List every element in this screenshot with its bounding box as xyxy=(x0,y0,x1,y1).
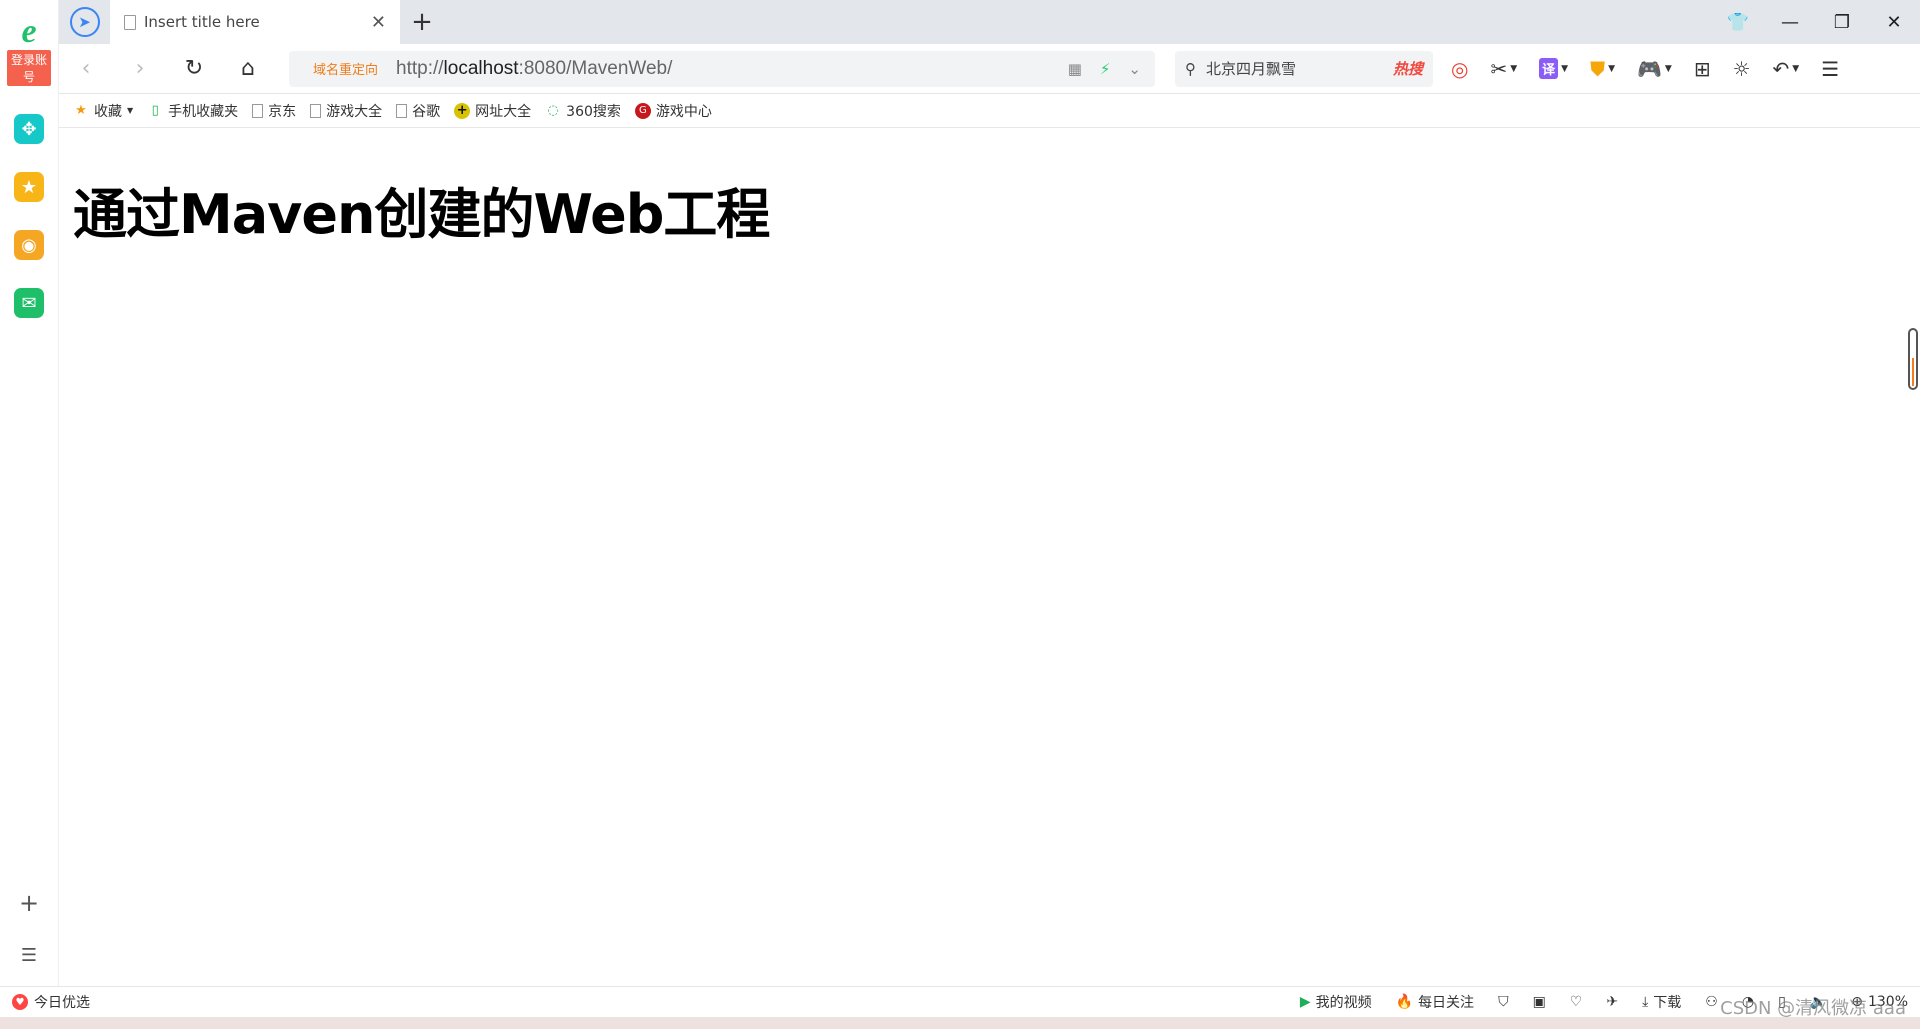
download-icon: ⤓ xyxy=(1642,994,1649,1010)
rocket-icon[interactable]: ✈ xyxy=(1606,994,1618,1010)
image-icon[interactable]: ▣ xyxy=(1533,994,1546,1010)
plus-circle-icon: + xyxy=(454,102,471,119)
back-button[interactable]: ‹ xyxy=(59,56,113,81)
phone-icon: ▯ xyxy=(151,103,159,118)
navigation-icon[interactable]: ➤ xyxy=(59,0,110,44)
search-icon: ⚲ xyxy=(1185,59,1196,78)
play-icon: ▶ xyxy=(1299,994,1311,1010)
chrome-icon[interactable]: ◎ xyxy=(1451,57,1468,81)
heart-icon: ♥ xyxy=(12,994,28,1010)
left-sidebar: e 登录账号 ✥ ★ ◉ ✉ + ☰ xyxy=(0,0,59,986)
new-tab-button[interactable]: + xyxy=(400,0,444,44)
translate-icon[interactable]: 译 ▼ xyxy=(1539,58,1568,79)
today-picks[interactable]: ♥ 今日优选 xyxy=(12,992,90,1012)
url-text[interactable]: http://localhost:8080/MavenWeb/ xyxy=(396,58,1050,80)
search-input[interactable]: 北京四月飘雪 xyxy=(1206,58,1296,79)
game-icon: G xyxy=(634,102,651,119)
toolbar: ‹ › ↻ ⌂ 域名重定向 http://localhost:8080/Mave… xyxy=(59,44,1920,94)
page-icon xyxy=(396,103,408,118)
bookmark-item[interactable]: ▯ 手机收藏夹 xyxy=(147,101,239,121)
health-heart-icon[interactable]: ♡ xyxy=(1570,994,1583,1010)
redirect-label: 域名重定向 xyxy=(313,63,379,78)
page-heading: 通过Maven创建的Web工程 xyxy=(73,183,770,246)
status-bar: ♥ 今日优选 ▶ 我的视频 🔥 每日关注 ⛉ ▣ ♡ ✈ ⤓ 下载 ⚇ ◔ ▯ 🔈 ⊕ 1… xyxy=(0,986,1920,1017)
reload-button[interactable]: ↻ xyxy=(167,56,221,81)
menu-icon[interactable]: ☰ xyxy=(1821,57,1839,81)
bookmark-item[interactable]: + 网址大全 xyxy=(454,101,531,121)
brightness-icon[interactable]: ☼ xyxy=(1733,57,1751,81)
search-box[interactable]: ⚲ 北京四月飘雪 热搜 xyxy=(1175,50,1433,87)
forward-button[interactable]: › xyxy=(113,56,167,81)
bookmark-item[interactable]: G 游戏中心 xyxy=(634,101,712,121)
minimize-button[interactable]: — xyxy=(1764,12,1816,33)
bookmark-item[interactable]: 京东 xyxy=(252,101,296,121)
bookmark-item[interactable]: 谷歌 xyxy=(396,101,440,121)
scissors-icon[interactable]: ✂ ▼ xyxy=(1490,57,1517,81)
skin-shirt-icon[interactable]: 👕 xyxy=(1712,12,1764,33)
tab-title: Insert title here xyxy=(144,13,260,31)
grid-apps-icon[interactable]: ⊞ xyxy=(1694,57,1711,81)
page-icon xyxy=(124,14,136,30)
plugin-icon[interactable]: ✥ xyxy=(14,114,44,144)
browser-e-icon: e xyxy=(21,13,37,50)
qr-code-icon[interactable]: ▦ xyxy=(1068,60,1082,78)
weibo-icon[interactable]: ◉ xyxy=(14,230,44,260)
restore-button[interactable]: ❐ xyxy=(1816,12,1868,33)
shield-icon[interactable]: ⛉ xyxy=(1498,994,1509,1010)
page-icon xyxy=(310,103,322,118)
address-bar[interactable]: 域名重定向 http://localhost:8080/MavenWeb/ ▦ … xyxy=(289,50,1155,87)
download-button[interactable]: ⤓ 下载 xyxy=(1642,992,1681,1012)
close-tab-icon[interactable]: ✕ xyxy=(371,12,386,33)
flame-icon: 🔥 xyxy=(1395,994,1414,1010)
page-icon xyxy=(252,103,264,118)
undo-icon[interactable]: ↶ ▼ xyxy=(1773,57,1800,81)
add-icon[interactable]: + xyxy=(19,889,39,917)
close-window-button[interactable]: ✕ xyxy=(1868,12,1920,33)
bookmark-favorites[interactable]: ★ 收藏 ▼ xyxy=(73,101,133,121)
my-video-button[interactable]: ▶ 我的视频 xyxy=(1300,992,1372,1012)
login-button[interactable]: 登录账号 xyxy=(7,50,51,86)
bookmark-item[interactable]: 游戏大全 xyxy=(310,101,382,121)
gamepad-icon[interactable]: 🎮 ▼ xyxy=(1637,57,1672,81)
tab-active[interactable]: Insert title here ✕ xyxy=(110,0,400,44)
browser-logo[interactable]: e 登录账号 xyxy=(7,14,51,86)
shield-yen-icon[interactable]: ⛊ ▼ xyxy=(1590,57,1615,81)
favorites-star-icon[interactable]: ★ xyxy=(14,172,44,202)
incognito-icon[interactable]: ⚇ xyxy=(1705,994,1718,1010)
page-content: 通过Maven创建的Web工程 xyxy=(73,170,770,249)
hot-search-label[interactable]: 热搜 xyxy=(1393,58,1423,79)
home-button[interactable]: ⌂ xyxy=(221,56,275,81)
lightning-icon[interactable]: ⚡ xyxy=(1100,60,1111,78)
taskbar-strip xyxy=(0,1017,1920,1029)
mail-icon[interactable]: ✉ xyxy=(14,288,44,318)
daily-follow-button[interactable]: 🔥 每日关注 xyxy=(1396,992,1474,1012)
scroll-indicator[interactable] xyxy=(1908,328,1918,390)
360-icon: ◌ xyxy=(547,103,559,118)
chevron-down-icon[interactable]: ⌄ xyxy=(1128,60,1141,78)
tab-bar: ➤ Insert title here ✕ + 👕 — ❐ ✕ xyxy=(59,0,1920,44)
bookmark-item[interactable]: ◌ 360搜索 xyxy=(545,101,620,121)
bookmarks-bar: ★ 收藏 ▼ ▯ 手机收藏夹 京东 游戏大全 谷歌 + 网址大全 ◌ 360搜索 G 游戏中… xyxy=(59,94,1920,128)
list-icon[interactable]: ☰ xyxy=(21,945,37,966)
